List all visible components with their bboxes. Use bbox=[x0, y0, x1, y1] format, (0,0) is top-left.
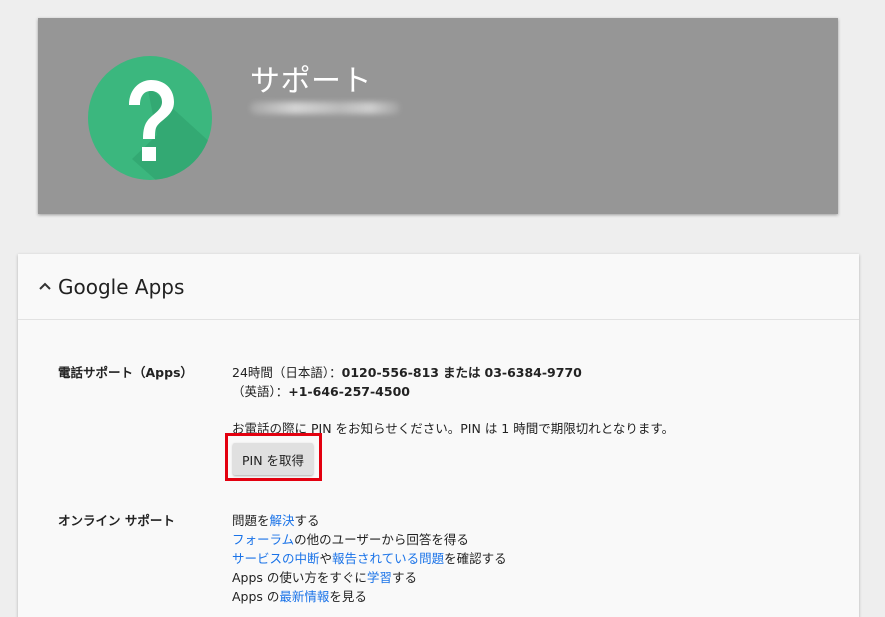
phone-line-japanese: 24時間（日本語）：0120-556-813 または 03-6384-9770 bbox=[232, 362, 582, 381]
phone-number-2: 03-6384-9770 bbox=[484, 365, 582, 380]
card-header[interactable]: Google Apps bbox=[18, 254, 859, 320]
text: Apps の使い方をすぐに bbox=[232, 570, 367, 585]
chevron-up-icon[interactable] bbox=[36, 278, 54, 296]
phone-jp-prefix: 24時間（日本語）： bbox=[232, 365, 342, 380]
online-item-learn: Apps の使い方をすぐに学習する bbox=[232, 567, 417, 586]
google-apps-card: Google Apps 電話サポート（Apps） 24時間（日本語）：0120-… bbox=[18, 254, 859, 617]
forum-link[interactable]: フォーラム bbox=[232, 532, 294, 547]
text: 問題を bbox=[232, 513, 270, 528]
help-icon bbox=[88, 56, 212, 180]
online-support-label: オンライン サポート bbox=[58, 513, 175, 528]
latest-news-link[interactable]: 最新情報 bbox=[279, 589, 329, 604]
text: の他のユーザーから回答を得る bbox=[294, 532, 469, 547]
card-title: Google Apps bbox=[58, 274, 185, 299]
learn-link[interactable]: 学習 bbox=[367, 570, 392, 585]
text: Apps の bbox=[232, 589, 280, 604]
text: する bbox=[391, 570, 417, 585]
page-title: サポート bbox=[250, 64, 372, 99]
profile-banner: サポート ████████████ bbox=[38, 18, 838, 214]
text: や bbox=[319, 551, 333, 566]
phone-support-label: 電話サポート（Apps） bbox=[58, 365, 194, 380]
phone-en-prefix: （英語）： bbox=[232, 384, 289, 399]
online-item-news: Apps の最新情報を見る bbox=[232, 586, 367, 605]
text: を見る bbox=[329, 589, 367, 604]
text: する bbox=[294, 513, 320, 528]
text: を確認する bbox=[444, 551, 507, 566]
phone-number-1: 0120-556-813 bbox=[341, 365, 440, 380]
account-email-redacted: ████████████ bbox=[250, 102, 400, 114]
online-item-solve: 問題を解決する bbox=[232, 510, 320, 529]
phone-line-english: （英語）：+1-646-257-4500 bbox=[232, 381, 410, 400]
get-pin-button[interactable]: PIN を取得 bbox=[233, 443, 313, 475]
phone-or: または bbox=[443, 365, 481, 380]
service-outage-link[interactable]: サービスの中断 bbox=[232, 551, 320, 566]
phone-number-en: +1-646-257-4500 bbox=[288, 384, 410, 399]
reported-issues-link[interactable]: 報告されている問題 bbox=[332, 551, 444, 566]
online-item-forum: フォーラムの他のユーザーから回答を得る bbox=[232, 529, 469, 548]
online-item-status: サービスの中断や報告されている問題を確認する bbox=[232, 548, 507, 567]
solve-link[interactable]: 解決 bbox=[270, 513, 295, 528]
